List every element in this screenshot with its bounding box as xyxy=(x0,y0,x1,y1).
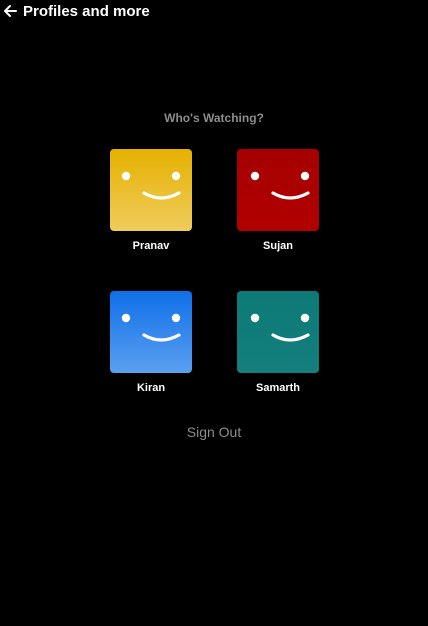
profile-name: Pranav xyxy=(132,240,170,252)
profile-kiran[interactable]: Kiran xyxy=(106,291,196,394)
profile-avatar xyxy=(237,291,319,373)
profile-name: Samarth xyxy=(255,382,301,394)
profile-avatar xyxy=(110,149,192,231)
whos-watching-heading: Who's Watching? xyxy=(164,111,264,125)
top-bar: Profiles and more xyxy=(0,0,150,22)
profile-pranav[interactable]: Pranav xyxy=(106,149,196,252)
sign-out-row: Sign Out xyxy=(0,424,428,442)
profile-avatar xyxy=(110,291,192,373)
smiley-face-icon xyxy=(110,291,192,373)
smiley-face-icon xyxy=(237,149,319,231)
smiley-face-icon xyxy=(110,149,192,231)
smiley-face-icon xyxy=(237,291,319,373)
sign-out-link[interactable]: Sign Out xyxy=(187,424,241,440)
profile-name: Kiran xyxy=(136,382,166,394)
profile-name: Sujan xyxy=(263,240,293,252)
page-title: Profiles and more xyxy=(23,2,150,20)
profile-avatar xyxy=(237,149,319,231)
arrow-left-icon xyxy=(4,5,17,17)
back-button[interactable] xyxy=(1,0,19,22)
profile-samarth[interactable]: Samarth xyxy=(233,291,323,394)
profile-sujan[interactable]: Sujan xyxy=(233,149,323,252)
